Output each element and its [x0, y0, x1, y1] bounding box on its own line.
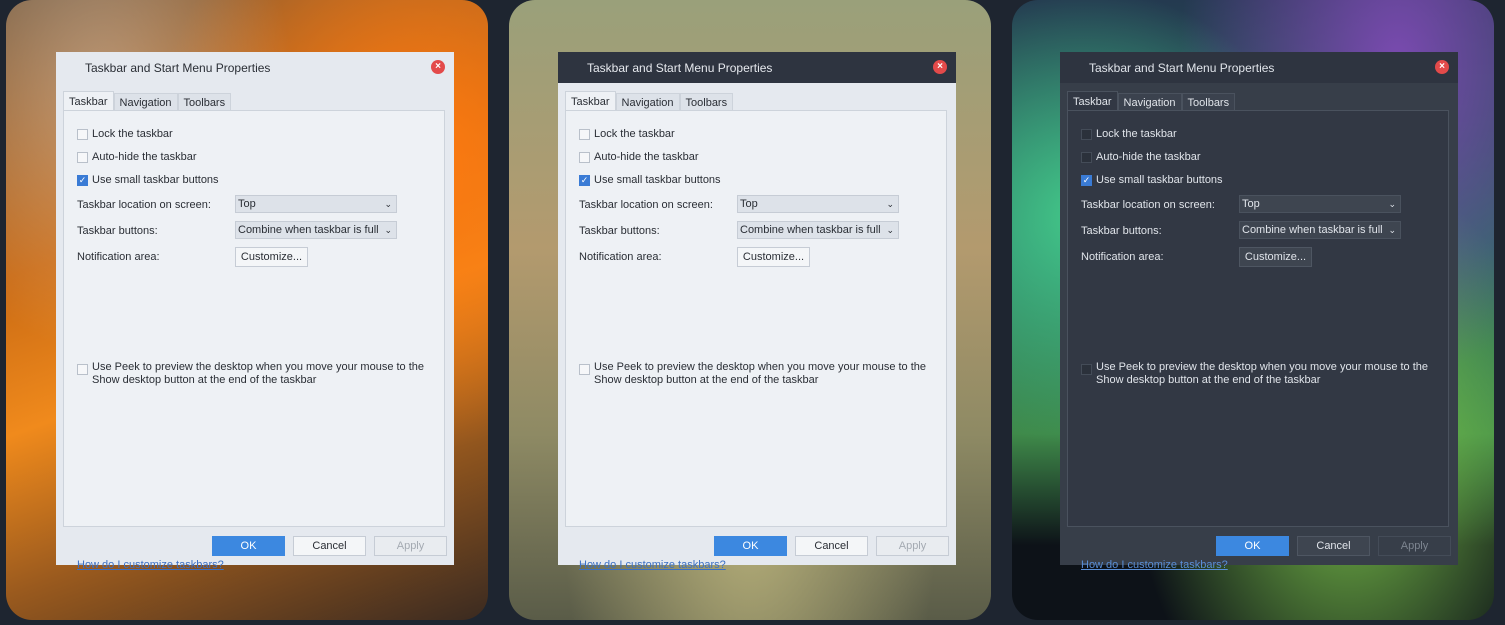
titlebar: Taskbar and Start Menu Properties ×: [1060, 52, 1458, 83]
customize-button[interactable]: Customize...: [737, 247, 810, 267]
cancel-button[interactable]: Cancel: [293, 536, 366, 556]
lock-taskbar-checkbox[interactable]: [579, 128, 590, 140]
buttons-value: Combine when taskbar is full: [238, 224, 379, 236]
close-icon[interactable]: ×: [431, 60, 445, 74]
location-select[interactable]: Top ⌄: [1239, 195, 1401, 213]
autohide-checkbox[interactable]: [77, 151, 88, 163]
lock-taskbar-option[interactable]: Lock the taskbar: [579, 126, 675, 142]
tab-content: Lock the taskbar Auto-hide the taskbar ✓…: [63, 110, 445, 571]
autohide-label: Auto-hide the taskbar: [1096, 151, 1201, 163]
peek-option[interactable]: Use Peek to preview the desktop when you…: [579, 361, 934, 387]
tab-bar: Taskbar Navigation Toolbars: [565, 91, 734, 112]
dialog-title: Taskbar and Start Menu Properties: [85, 61, 271, 75]
buttons-label: Taskbar buttons:: [1081, 225, 1162, 237]
ok-button[interactable]: OK: [1216, 536, 1289, 556]
tab-content: Lock the taskbar Auto-hide the taskbar ✓…: [565, 110, 947, 571]
location-label: Taskbar location on screen:: [1081, 199, 1215, 211]
lock-taskbar-label: Lock the taskbar: [1096, 128, 1177, 140]
chevron-down-icon: ⌄: [1388, 199, 1396, 209]
dialog-light: Taskbar and Start Menu Properties × Task…: [56, 52, 454, 571]
titlebar: Taskbar and Start Menu Properties ×: [56, 52, 454, 83]
notification-label: Notification area:: [579, 251, 662, 263]
small-buttons-label: Use small taskbar buttons: [1096, 174, 1223, 186]
titlebar: Taskbar and Start Menu Properties ×: [558, 52, 956, 83]
peek-option[interactable]: Use Peek to preview the desktop when you…: [1081, 361, 1436, 387]
dialog-title: Taskbar and Start Menu Properties: [1089, 61, 1275, 75]
tab-taskbar[interactable]: Taskbar: [63, 91, 114, 112]
autohide-checkbox[interactable]: [1081, 151, 1092, 163]
small-buttons-option[interactable]: ✓ Use small taskbar buttons: [1081, 172, 1223, 188]
chevron-down-icon: ⌄: [384, 225, 392, 235]
autohide-label: Auto-hide the taskbar: [92, 151, 197, 163]
lock-taskbar-label: Lock the taskbar: [594, 128, 675, 140]
dialog-mixed: Taskbar and Start Menu Properties × Task…: [558, 52, 956, 571]
buttons-value: Combine when taskbar is full: [740, 224, 881, 236]
dialog-title: Taskbar and Start Menu Properties: [587, 61, 773, 75]
peek-label: Use Peek to preview the desktop when you…: [1096, 361, 1429, 386]
dialog-dark: Taskbar and Start Menu Properties × Task…: [1060, 52, 1458, 571]
apply-button[interactable]: Apply: [1378, 536, 1451, 556]
help-link[interactable]: How do I customize taskbars?: [77, 559, 224, 571]
lock-taskbar-checkbox[interactable]: [1081, 128, 1092, 140]
peek-checkbox[interactable]: [579, 364, 590, 375]
customize-button[interactable]: Customize...: [1239, 247, 1312, 267]
buttons-value: Combine when taskbar is full: [1242, 224, 1383, 236]
lock-taskbar-checkbox[interactable]: [77, 128, 88, 140]
ok-button[interactable]: OK: [212, 536, 285, 556]
peek-option[interactable]: Use Peek to preview the desktop when you…: [77, 361, 432, 387]
lock-taskbar-label: Lock the taskbar: [92, 128, 173, 140]
buttons-select[interactable]: Combine when taskbar is full ⌄: [1239, 221, 1401, 239]
buttons-label: Taskbar buttons:: [77, 225, 158, 237]
autohide-option[interactable]: Auto-hide the taskbar: [579, 149, 699, 165]
notification-label: Notification area:: [77, 251, 160, 263]
autohide-label: Auto-hide the taskbar: [594, 151, 699, 163]
small-buttons-checkbox[interactable]: ✓: [579, 174, 590, 186]
cancel-button[interactable]: Cancel: [1297, 536, 1370, 556]
tab-taskbar[interactable]: Taskbar: [565, 91, 616, 112]
location-label: Taskbar location on screen:: [579, 199, 713, 211]
close-icon[interactable]: ×: [1435, 60, 1449, 74]
autohide-checkbox[interactable]: [579, 151, 590, 163]
notification-label: Notification area:: [1081, 251, 1164, 263]
small-buttons-label: Use small taskbar buttons: [594, 174, 721, 186]
location-label: Taskbar location on screen:: [77, 199, 211, 211]
help-link[interactable]: How do I customize taskbars?: [579, 559, 726, 571]
location-value: Top: [1242, 198, 1260, 210]
peek-label: Use Peek to preview the desktop when you…: [594, 361, 927, 386]
apply-button[interactable]: Apply: [876, 536, 949, 556]
apply-button[interactable]: Apply: [374, 536, 447, 556]
location-value: Top: [740, 198, 758, 210]
close-icon[interactable]: ×: [933, 60, 947, 74]
customize-button[interactable]: Customize...: [235, 247, 308, 267]
peek-label: Use Peek to preview the desktop when you…: [92, 361, 425, 386]
autohide-option[interactable]: Auto-hide the taskbar: [77, 149, 197, 165]
peek-checkbox[interactable]: [1081, 364, 1092, 375]
ok-button[interactable]: OK: [714, 536, 787, 556]
chevron-down-icon: ⌄: [1388, 225, 1396, 235]
help-link[interactable]: How do I customize taskbars?: [1081, 559, 1228, 571]
peek-checkbox[interactable]: [77, 364, 88, 375]
lock-taskbar-option[interactable]: Lock the taskbar: [77, 126, 173, 142]
location-select[interactable]: Top ⌄: [235, 195, 397, 213]
small-buttons-checkbox[interactable]: ✓: [1081, 174, 1092, 186]
buttons-select[interactable]: Combine when taskbar is full ⌄: [737, 221, 899, 239]
chevron-down-icon: ⌄: [886, 199, 894, 209]
autohide-option[interactable]: Auto-hide the taskbar: [1081, 149, 1201, 165]
chevron-down-icon: ⌄: [384, 199, 392, 209]
buttons-select[interactable]: Combine when taskbar is full ⌄: [235, 221, 397, 239]
small-buttons-option[interactable]: ✓ Use small taskbar buttons: [579, 172, 721, 188]
small-buttons-label: Use small taskbar buttons: [92, 174, 219, 186]
tab-content: Lock the taskbar Auto-hide the taskbar ✓…: [1067, 110, 1449, 571]
chevron-down-icon: ⌄: [886, 225, 894, 235]
cancel-button[interactable]: Cancel: [795, 536, 868, 556]
small-buttons-checkbox[interactable]: ✓: [77, 174, 88, 186]
tab-taskbar[interactable]: Taskbar: [1067, 91, 1118, 112]
small-buttons-option[interactable]: ✓ Use small taskbar buttons: [77, 172, 219, 188]
buttons-label: Taskbar buttons:: [579, 225, 660, 237]
location-select[interactable]: Top ⌄: [737, 195, 899, 213]
tab-bar: Taskbar Navigation Toolbars: [63, 91, 232, 112]
tab-bar: Taskbar Navigation Toolbars: [1067, 91, 1236, 112]
location-value: Top: [238, 198, 256, 210]
lock-taskbar-option[interactable]: Lock the taskbar: [1081, 126, 1177, 142]
